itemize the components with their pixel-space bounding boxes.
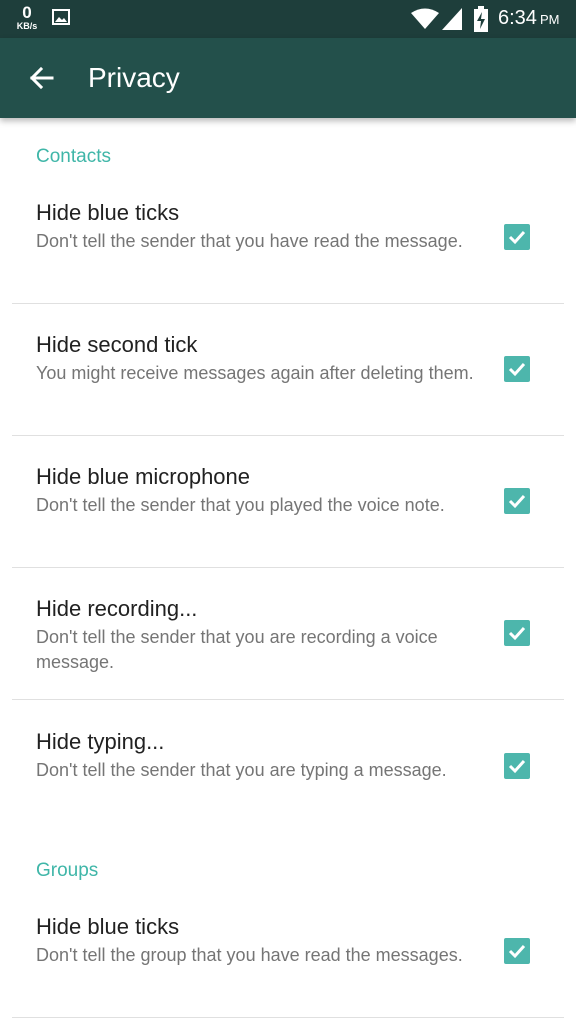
section-header-label: Contacts bbox=[36, 146, 111, 167]
clock: 6:34 PM bbox=[498, 7, 559, 30]
network-speed: 0 KB/s bbox=[14, 4, 40, 31]
check-icon bbox=[508, 494, 526, 509]
clock-time: 6:34 bbox=[498, 7, 537, 29]
checkbox-hide-recording[interactable] bbox=[504, 620, 530, 646]
check-icon bbox=[508, 944, 526, 959]
divider bbox=[12, 1017, 564, 1018]
setting-title: Hide typing... bbox=[36, 729, 165, 754]
setting-title: Hide recording... bbox=[36, 596, 198, 621]
setting-hide-second-tick[interactable]: Hide second tick You might receive messa… bbox=[0, 318, 576, 434]
divider bbox=[12, 567, 564, 568]
checkbox-hide-blue-microphone[interactable] bbox=[504, 488, 530, 514]
checkbox-hide-blue-ticks[interactable] bbox=[504, 224, 530, 250]
check-icon bbox=[508, 759, 526, 774]
check-icon bbox=[508, 362, 526, 377]
clock-ampm: PM bbox=[539, 12, 560, 27]
setting-hide-recording[interactable]: Hide recording... Don't tell the sender … bbox=[0, 582, 576, 698]
section-header-label: Groups bbox=[36, 860, 99, 881]
setting-groups-hide-blue-ticks[interactable]: Hide blue ticks Don't tell the group tha… bbox=[0, 900, 576, 1016]
setting-subtitle: Don't tell the sender that you played th… bbox=[36, 495, 445, 515]
page-title: Privacy bbox=[88, 62, 180, 93]
network-speed-unit: KB/s bbox=[16, 21, 38, 31]
setting-title: Hide blue microphone bbox=[36, 464, 251, 489]
divider bbox=[12, 435, 564, 436]
check-icon bbox=[508, 230, 526, 245]
setting-subtitle: Don't tell the sender that you have read… bbox=[36, 231, 463, 251]
checkbox-groups-hide-blue-ticks[interactable] bbox=[504, 938, 530, 964]
checkbox-hide-second-tick[interactable] bbox=[504, 356, 530, 382]
setting-title: Hide blue ticks bbox=[36, 200, 180, 225]
signal-icon bbox=[442, 8, 462, 30]
setting-title: Hide blue ticks bbox=[36, 914, 180, 939]
status-bar: 0 KB/s 6:34 PM bbox=[0, 0, 576, 38]
check-icon bbox=[508, 626, 526, 641]
setting-hide-typing[interactable]: Hide typing... Don't tell the sender tha… bbox=[0, 715, 576, 831]
wifi-icon bbox=[411, 8, 439, 29]
setting-subtitle: Don't tell the sender that you are recor… bbox=[36, 627, 438, 672]
divider bbox=[12, 303, 564, 304]
checkbox-hide-typing[interactable] bbox=[504, 753, 530, 779]
setting-subtitle: Don't tell the group that you have read … bbox=[36, 945, 463, 965]
network-speed-value: 0 bbox=[22, 3, 32, 22]
back-button[interactable] bbox=[22, 58, 62, 98]
image-icon bbox=[52, 9, 70, 25]
setting-subtitle: Don't tell the sender that you are typin… bbox=[36, 760, 447, 780]
setting-hide-blue-ticks[interactable]: Hide blue ticks Don't tell the sender th… bbox=[0, 186, 576, 302]
setting-title: Hide second tick bbox=[36, 332, 198, 357]
divider bbox=[12, 699, 564, 700]
setting-subtitle: You might receive messages again after d… bbox=[36, 363, 474, 383]
battery-charging-icon bbox=[474, 6, 488, 32]
app-bar: Privacy bbox=[0, 38, 576, 118]
arrow-back-icon bbox=[29, 66, 54, 90]
setting-hide-blue-microphone[interactable]: Hide blue microphone Don't tell the send… bbox=[0, 450, 576, 566]
